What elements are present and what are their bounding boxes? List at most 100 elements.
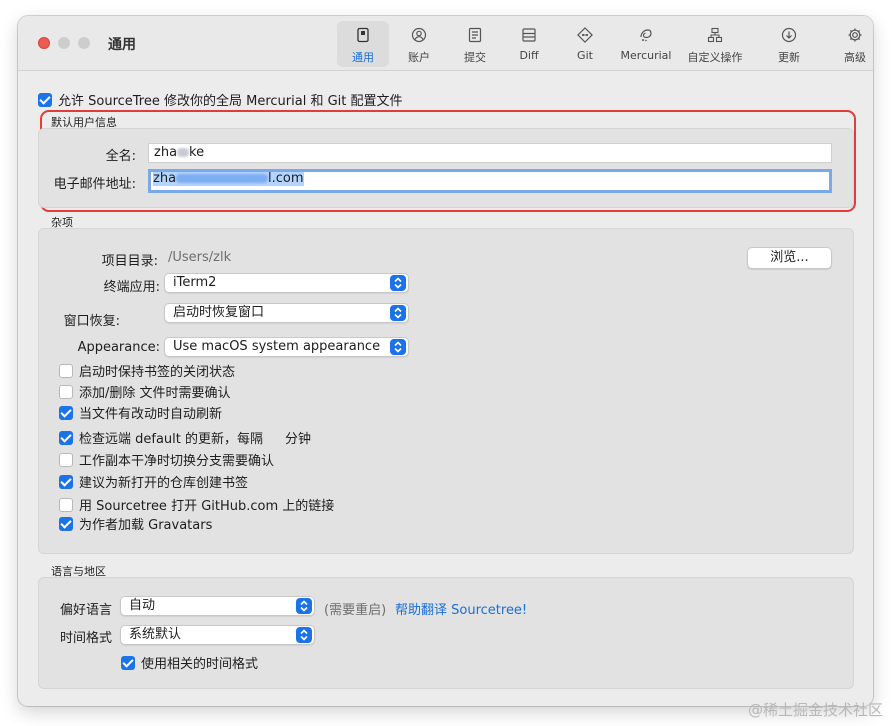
option-label: 添加/删除 文件时需要确认 xyxy=(79,386,231,401)
preferred-language-select[interactable]: 自动 xyxy=(120,596,315,616)
project-dir-value: /Users/zlk xyxy=(168,250,232,265)
restart-required-note: (需要重启) xyxy=(324,603,387,618)
option-load-gravatars[interactable]: 为作者加载 Gravatars xyxy=(59,514,212,533)
general-icon xyxy=(337,27,389,49)
account-icon xyxy=(393,27,445,49)
tab-commit[interactable]: 提交 xyxy=(449,21,501,67)
appearance-select[interactable]: Use macOS system appearance xyxy=(164,337,409,357)
option-suggest-bookmark[interactable]: 建议为新打开的仓库创建书签 xyxy=(59,472,248,491)
option-label: 用 Sourcetree 打开 GitHub.com 上的链接 xyxy=(79,499,335,514)
fullname-field[interactable]: zha ke xyxy=(148,143,832,163)
zoom-window-button[interactable] xyxy=(78,37,90,49)
window-restore-value: 启动时恢复窗口 xyxy=(173,305,265,320)
window-restore-select[interactable]: 启动时恢复窗口 xyxy=(164,303,409,323)
allow-modify-config-label: 允许 SourceTree 修改你的全局 Mercurial 和 Git 配置文… xyxy=(58,94,403,109)
option-label: 启动时保持书签的关闭状态 xyxy=(79,365,236,380)
minimize-window-button[interactable] xyxy=(58,37,70,49)
relative-time-checkbox[interactable]: 使用相关的时间格式 xyxy=(121,653,258,672)
email-text-suffix: l.com xyxy=(268,171,304,186)
terminal-app-label: 终端应用: xyxy=(103,280,160,295)
preferred-language-label: 偏好语言 xyxy=(60,603,113,618)
tab-label: 账户 xyxy=(408,51,430,64)
fullname-label: 全名: xyxy=(105,149,136,164)
chevron-up-down-icon xyxy=(296,627,312,643)
chevron-up-down-icon xyxy=(390,339,406,355)
watermark: @稀土掘金技术社区 xyxy=(747,701,883,719)
commit-icon xyxy=(449,27,501,49)
option-keep-bookmarks-closed[interactable]: 启动时保持书签的关闭状态 xyxy=(59,361,235,380)
close-window-button[interactable] xyxy=(38,37,50,49)
terminal-app-select[interactable]: iTerm2 xyxy=(164,273,409,293)
option-label: 工作副本干净时切换分支需要确认 xyxy=(79,454,275,469)
git-icon xyxy=(559,27,611,49)
custom-actions-icon xyxy=(681,27,749,49)
allow-modify-config-checkbox[interactable]: 允许 SourceTree 修改你的全局 Mercurial 和 Git 配置文… xyxy=(38,90,403,109)
mercurial-icon xyxy=(613,27,679,49)
project-dir-label: 项目目录: xyxy=(101,254,158,269)
checkbox-mark[interactable] xyxy=(59,516,73,531)
tab-custom-actions[interactable]: 自定义操作 xyxy=(681,21,749,67)
option-label: 检查远端 default 的更新，每隔 xyxy=(79,432,264,447)
help-translate-link[interactable]: 帮助翻译 Sourcetree! xyxy=(395,599,527,618)
option-label: 建议为新打开的仓库创建书签 xyxy=(79,476,249,491)
fullname-text-prefix: zha xyxy=(154,145,178,160)
email-selection: zha l.com xyxy=(153,171,304,186)
tab-label: 高级 xyxy=(844,51,866,64)
chevron-up-down-icon xyxy=(390,305,406,321)
time-format-value: 系统默认 xyxy=(129,627,182,642)
tab-label: Git xyxy=(577,49,593,62)
tab-label: Diff xyxy=(519,49,539,62)
option-label: 为作者加载 Gravatars xyxy=(79,518,213,533)
tab-label: 更新 xyxy=(778,51,800,64)
checkbox-mark[interactable] xyxy=(59,405,73,420)
chevron-up-down-icon xyxy=(296,598,312,614)
option-open-github-links[interactable]: 用 Sourcetree 打开 GitHub.com 上的链接 xyxy=(59,495,334,514)
redacted-text xyxy=(177,148,190,157)
tab-accounts[interactable]: 账户 xyxy=(393,21,445,67)
window-restore-label: 窗口恢复: xyxy=(63,314,120,329)
option-auto-refresh[interactable]: 当文件有改动时自动刷新 xyxy=(59,403,222,422)
tab-general[interactable]: 通用 xyxy=(337,21,389,67)
tab-advanced[interactable]: 高级 xyxy=(829,21,873,67)
fullname-text-suffix: ke xyxy=(189,145,205,160)
tab-label: 通用 xyxy=(352,51,374,64)
checkbox-mark[interactable] xyxy=(59,430,73,445)
option-check-remote-updates[interactable]: 检查远端 default 的更新，每隔 分钟 xyxy=(59,428,311,447)
tab-label: Mercurial xyxy=(620,49,672,62)
tab-diff[interactable]: Diff xyxy=(503,21,555,67)
redacted-text xyxy=(176,174,269,183)
checkbox-mark[interactable] xyxy=(38,92,52,107)
tab-update[interactable]: 更新 xyxy=(763,21,815,67)
tab-git[interactable]: Git xyxy=(559,21,611,67)
option-confirm-branch-switch[interactable]: 工作副本干净时切换分支需要确认 xyxy=(59,450,274,469)
gear-icon xyxy=(829,27,873,49)
checkbox-mark[interactable] xyxy=(59,452,73,467)
terminal-app-value: iTerm2 xyxy=(173,275,217,290)
preferences-window: 通用 通用 账户 提交 Diff Git Mercurial 自定义操作 更新 … xyxy=(18,16,873,706)
update-icon xyxy=(763,27,815,49)
tab-label: 提交 xyxy=(464,51,486,64)
checkbox-mark[interactable] xyxy=(59,497,73,512)
user-info-group xyxy=(38,128,854,208)
appearance-value: Use macOS system appearance xyxy=(173,339,381,354)
checkbox-mark[interactable] xyxy=(59,363,73,378)
time-format-select[interactable]: 系统默认 xyxy=(120,625,315,645)
preferred-language-value: 自动 xyxy=(129,598,156,613)
diff-icon xyxy=(503,27,555,49)
relative-time-label: 使用相关的时间格式 xyxy=(141,657,259,672)
tab-label: 自定义操作 xyxy=(687,51,743,64)
checkbox-mark[interactable] xyxy=(59,384,73,399)
minutes-unit-label: 分钟 xyxy=(285,432,312,447)
option-label: 当文件有改动时自动刷新 xyxy=(79,407,223,422)
email-field[interactable]: zha l.com xyxy=(148,169,832,193)
email-text-prefix: zha xyxy=(153,171,177,186)
appearance-label: Appearance: xyxy=(77,340,160,355)
browse-button[interactable]: 浏览... xyxy=(747,247,832,269)
time-format-label: 时间格式 xyxy=(60,631,113,646)
tab-mercurial[interactable]: Mercurial xyxy=(613,21,679,67)
chevron-up-down-icon xyxy=(390,275,406,291)
email-label: 电子邮件地址: xyxy=(53,177,136,192)
option-confirm-add-remove[interactable]: 添加/删除 文件时需要确认 xyxy=(59,382,231,401)
checkbox-mark[interactable] xyxy=(59,474,73,489)
checkbox-mark[interactable] xyxy=(121,655,135,670)
